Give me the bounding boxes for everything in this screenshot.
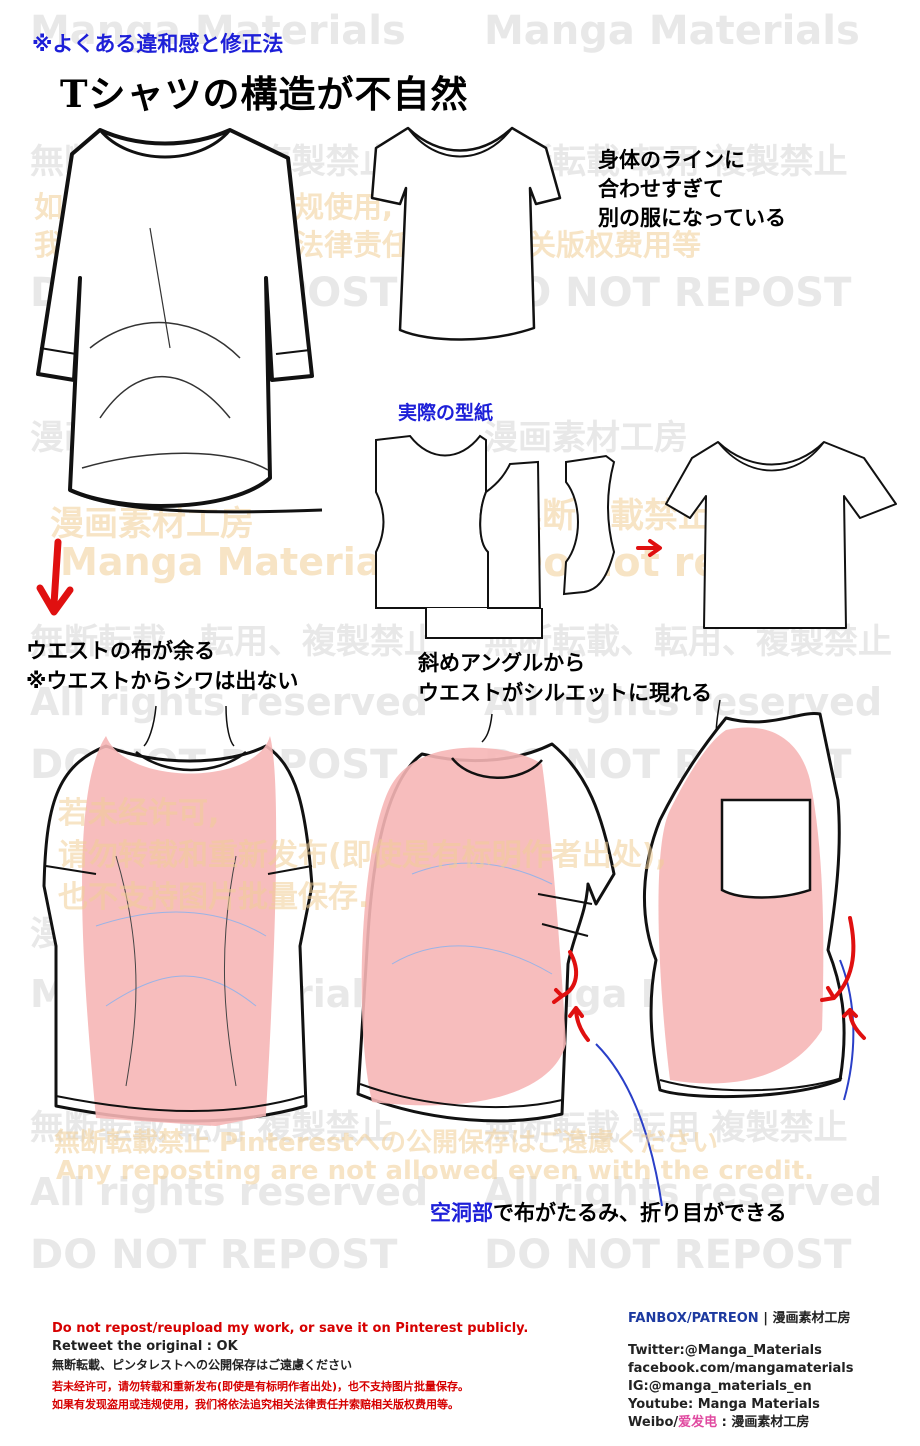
blue-outline-line [595, 1043, 663, 1207]
footer-instagram[interactable]: IG:@manga_materials_en [628, 1378, 812, 1396]
page-title: Tシャツの構造が不自然 [60, 72, 469, 116]
footer-warning-jp: 無断転載、ピンタレストへの公開保存はご遠慮ください [52, 1358, 353, 1372]
note-fitted: 身体のラインに 合わせすぎて 別の服になっている [598, 146, 786, 233]
caption-waist-line-2: ※ウエストからシワは出ない [26, 669, 299, 693]
arrow-curve-icon [552, 950, 590, 1042]
footer: Do not repost/reupload my work, or save … [0, 1292, 920, 1446]
fitted-tshirt-drawing [370, 126, 562, 341]
caption-hollow-rest: で布がたるみ、折り目ができる [493, 1201, 787, 1225]
watermark-manga-materials-orange: Manga Materials [60, 540, 418, 584]
caption-angle: 斜めアングルから ウエストがシルエットに現れる [418, 648, 712, 708]
footer-afdian: 爱发电 [678, 1415, 718, 1430]
footer-separator: | [758, 1311, 773, 1326]
pattern-pieces-drawing [375, 434, 616, 639]
wrong-tshirt-drawing [36, 128, 323, 514]
watermark-do-not-repost: DO NOT REPOST [30, 1232, 398, 1278]
angled-view-tshirt-drawing [356, 713, 616, 1123]
footer-fanbox-link[interactable]: FANBOX/PATREON [628, 1311, 759, 1326]
footer-weibo[interactable]: Weibo/爱发电 : 漫画素材工房 [628, 1414, 809, 1432]
footer-studio-name: 漫画素材工房 [772, 1311, 851, 1326]
footer-warning-cn-2: 如果有发现盗用或违规使用，我们将依法追究相关法律责任并索赔相关版权费用等。 [52, 1398, 459, 1411]
note-fitted-line-1: 身体のラインに [598, 148, 745, 172]
arrow-curve-icon [820, 916, 866, 1040]
footer-retweet: Retweet the original : OK [52, 1339, 238, 1354]
footer-facebook[interactable]: facebook.com/mangamaterials [628, 1360, 853, 1378]
arrow-right-icon [636, 539, 662, 557]
watermark-any-reposting-overlay: Any reposting are not allowed even with … [56, 1156, 815, 1186]
watermark-do-not-repost: DO NOT REPOST [484, 1232, 852, 1278]
note-fitted-line-2: 合わせすぎて [598, 177, 724, 201]
caption-hollow-highlight: 空洞部 [430, 1201, 493, 1225]
watermark-all-rights: All rights reserved [30, 1170, 429, 1214]
footer-warning-cn-1: 若未经许可，请勿转载和重新发布(即使是有标明作者出处)，也不支持图片批量保存。 [52, 1380, 470, 1393]
caption-waist-line-1: ウエストの布が余る [26, 639, 215, 663]
footer-weibo-prefix: Weibo/ [628, 1415, 679, 1430]
footer-weibo-suffix: : 漫画素材工房 [717, 1415, 810, 1430]
page-subtitle: ※よくある違和感と修正法 [32, 32, 284, 56]
footer-warning-en: Do not repost/reupload my work, or save … [52, 1321, 529, 1336]
footer-twitter[interactable]: Twitter:@Manga_Materials [628, 1342, 822, 1360]
caption-angle-line-1: 斜めアングルから [418, 651, 586, 675]
arrow-down-icon [36, 538, 74, 616]
caption-hollow: 空洞部で布がたるみ、折り目ができる [430, 1198, 787, 1228]
footer-youtube[interactable]: Youtube: Manga Materials [628, 1396, 820, 1414]
front-view-tshirt-drawing [42, 705, 314, 1126]
footer-support-heading: FANBOX/PATREON | 漫画素材工房 [628, 1310, 851, 1328]
watermark-manga-materials: Manga Materials [484, 8, 860, 54]
pattern-label: 実際の型紙 [398, 402, 494, 424]
caption-waist: ウエストの布が余る ※ウエストからシワは出ない [26, 636, 298, 696]
note-fitted-line-3: 別の服になっている [598, 206, 786, 230]
result-tshirt-drawing [665, 441, 897, 629]
